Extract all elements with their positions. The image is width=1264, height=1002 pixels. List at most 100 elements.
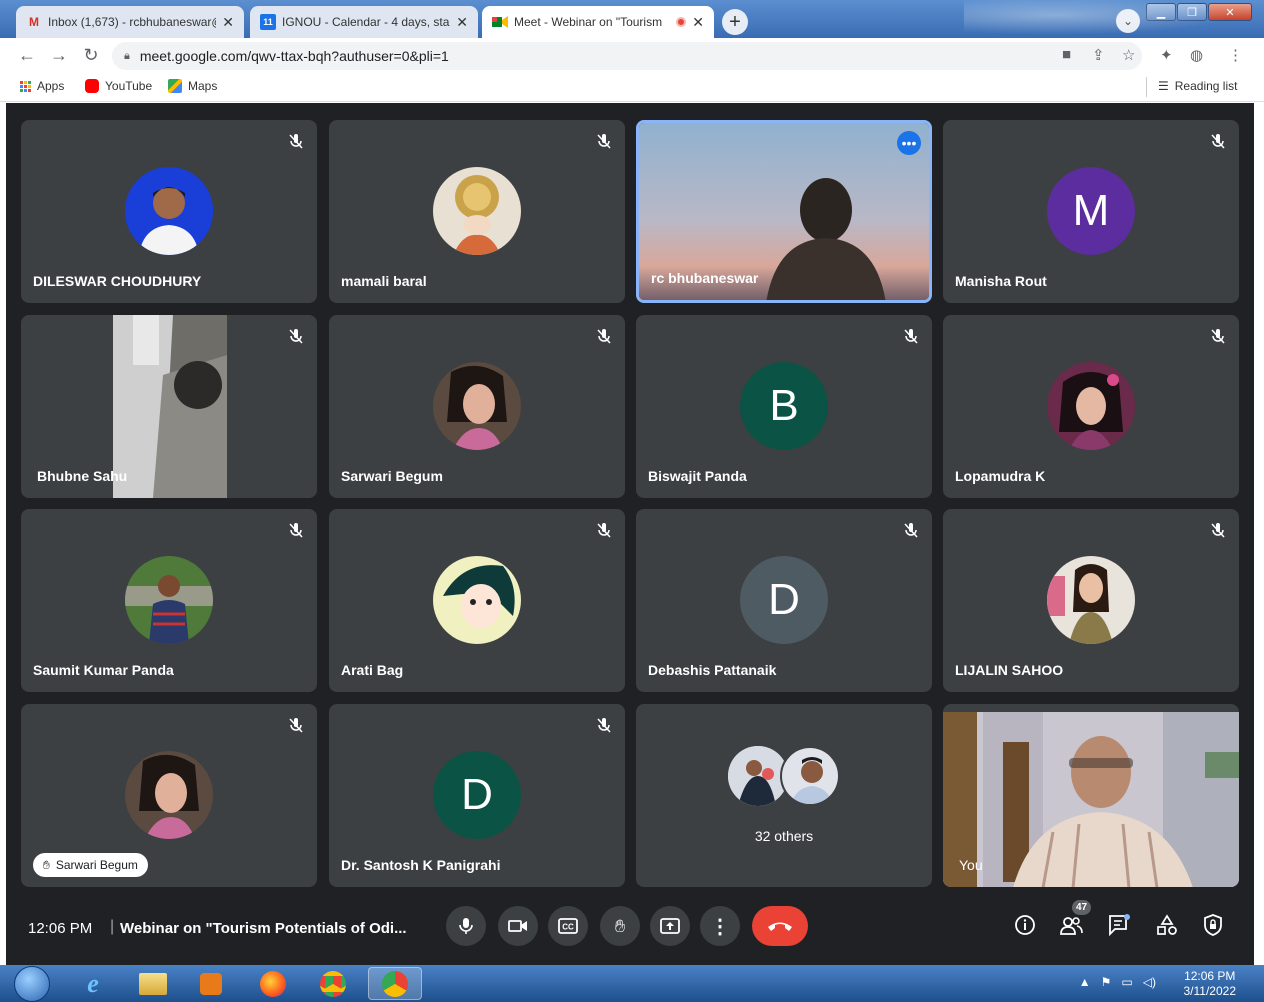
media-player-icon[interactable] <box>184 967 238 1000</box>
show-hidden-icons[interactable]: ▲ <box>1079 975 1091 989</box>
bookmark-apps[interactable]: Apps <box>20 79 64 93</box>
activities-icon <box>1157 914 1177 935</box>
meeting-title[interactable]: Webinar on "Tourism Potentials of Odi... <box>120 920 420 937</box>
bookmark-label: Maps <box>188 79 218 93</box>
url-text: meet.google.com/qwv-ttax-bqh?authuser=0&… <box>139 48 449 64</box>
participant-tile[interactable]: M Manisha Rout <box>943 120 1239 303</box>
network-icon[interactable]: ▭ <box>1121 975 1132 989</box>
chrome-active-window-icon[interactable] <box>368 967 422 1000</box>
forward-arrow-icon[interactable]: → <box>48 44 70 66</box>
youtube-icon <box>85 79 99 93</box>
extensions-icon[interactable]: ✦ <box>1160 46 1173 64</box>
info-icon <box>1015 915 1035 935</box>
maximize-button[interactable]: ❐ <box>1177 3 1207 21</box>
chat-button[interactable] <box>1106 912 1132 938</box>
mic-off-icon <box>902 327 920 345</box>
system-clock[interactable]: 12:06 PM 3/11/2022 <box>1184 969 1237 999</box>
participant-tile[interactable]: DILESWAR CHOUDHURY <box>21 120 317 303</box>
participant-name: Sarwari Begum <box>55 858 138 872</box>
avatar <box>125 167 213 255</box>
participant-tile[interactable]: Lopamudra K <box>943 315 1239 498</box>
captions-button[interactable]: CC <box>548 906 588 946</box>
others-tile[interactable]: 32 others <box>636 704 932 887</box>
leave-call-button[interactable] <box>752 906 808 946</box>
chrome-icon[interactable] <box>306 967 360 1000</box>
share-icon[interactable]: ⇪ <box>1092 46 1105 64</box>
bookmark-maps[interactable]: Maps <box>168 79 217 93</box>
mic-off-icon <box>1209 521 1227 539</box>
file-explorer-icon[interactable] <box>126 967 180 1000</box>
participant-tile[interactable]: Sarwari Begum <box>329 315 625 498</box>
participant-tile-active-speaker[interactable]: ••• rc bhubaneswar <box>636 120 932 303</box>
meet-control-bar: 12:06 PM | Webinar on "Tourism Potential… <box>6 898 1254 965</box>
maps-icon <box>168 79 182 93</box>
activities-button[interactable] <box>1154 912 1180 938</box>
close-icon[interactable]: ✕ <box>692 14 704 31</box>
others-avatar <box>728 746 788 806</box>
mic-off-icon <box>287 327 305 345</box>
profile-icon[interactable]: ◍ <box>1190 46 1203 64</box>
back-arrow-icon[interactable]: ← <box>16 44 38 66</box>
more-options-icon[interactable]: ••• <box>897 131 921 155</box>
internet-explorer-icon[interactable]: e <box>66 967 120 1000</box>
microphone-icon <box>459 918 473 934</box>
window-close-button[interactable]: ✕ <box>1208 3 1252 21</box>
new-tab-button[interactable]: + <box>722 9 748 35</box>
meeting-details-button[interactable] <box>1012 912 1038 938</box>
mic-off-icon <box>287 716 305 734</box>
participant-tile[interactable]: mamali baral <box>329 120 625 303</box>
end-call-icon <box>768 922 792 931</box>
star-icon[interactable]: ☆ <box>1122 46 1135 64</box>
participant-tile[interactable]: D Debashis Pattanaik <box>636 509 932 692</box>
avatar: D <box>433 751 521 839</box>
participant-tile[interactable]: Bhubne Sahu <box>21 315 317 498</box>
volume-icon[interactable]: ◁) <box>1143 975 1156 989</box>
reload-icon[interactable]: ↻ <box>80 44 102 66</box>
firefox-icon[interactable] <box>246 967 300 1000</box>
participant-tile[interactable]: B Biswajit Panda <box>636 315 932 498</box>
participant-video <box>113 315 227 498</box>
participant-tile[interactable]: Saumit Kumar Panda <box>21 509 317 692</box>
tab-search-chevron-icon[interactable]: ⌄ <box>1116 9 1140 33</box>
participant-tile[interactable]: Arati Bag <box>329 509 625 692</box>
camera-button[interactable] <box>498 906 538 946</box>
participant-name: mamali baral <box>341 273 427 289</box>
others-count: 32 others <box>754 828 814 844</box>
tab-meet[interactable]: Meet - Webinar on "Tourism ✕ <box>482 6 714 38</box>
url-field[interactable]: 🔒︎ meet.google.com/qwv-ttax-bqh?authuser… <box>112 42 1142 70</box>
avatar <box>1047 362 1135 450</box>
hand-raised-badge: ✋︎ Sarwari Begum <box>33 853 148 877</box>
bookmark-youtube[interactable]: YouTube <box>85 79 152 93</box>
host-controls-button[interactable] <box>1200 912 1226 938</box>
participant-name: You <box>959 857 983 873</box>
microphone-button[interactable] <box>446 906 486 946</box>
avatar <box>433 362 521 450</box>
tab-calendar[interactable]: 11 IGNOU - Calendar - 4 days, starti ✕ <box>250 6 478 38</box>
people-count-badge: 47 <box>1072 900 1092 915</box>
apps-grid-icon <box>20 80 31 92</box>
avatar <box>433 556 521 644</box>
more-options-button[interactable]: ⋮ <box>700 906 740 946</box>
start-button[interactable] <box>14 966 50 1002</box>
participant-tile[interactable]: LIJALIN SAHOO <box>943 509 1239 692</box>
close-icon[interactable]: ✕ <box>456 14 468 31</box>
action-center-icon[interactable]: ⚑ <box>1101 975 1112 989</box>
minimize-button[interactable]: ▁ <box>1146 3 1176 21</box>
present-now-button[interactable] <box>650 906 690 946</box>
people-button[interactable]: 47 <box>1058 900 1092 938</box>
participant-name: Lopamudra K <box>955 468 1046 484</box>
raise-hand-button[interactable]: ✋︎ <box>600 906 640 946</box>
tab-gmail[interactable]: M Inbox (1,673) - rcbhubaneswar@ ✕ <box>16 6 244 38</box>
camera-icon[interactable]: ■ <box>1062 46 1071 63</box>
bookmarks-bar: Apps YouTube Maps ☰ Reading list <box>0 72 1264 102</box>
close-icon[interactable]: ✕ <box>222 14 234 31</box>
reading-list-button[interactable]: ☰ Reading list <box>1158 79 1237 93</box>
hand-raised-icon: ✋︎ <box>43 857 50 872</box>
participant-tile[interactable]: ✋︎ Sarwari Begum <box>21 704 317 887</box>
participant-tile[interactable]: D Dr. Santosh K Panigrahi <box>329 704 625 887</box>
participant-name: Sarwari Begum <box>341 468 443 484</box>
menu-kebab-icon[interactable]: ⋮ <box>1228 46 1243 64</box>
self-view-tile[interactable]: You <box>943 704 1239 887</box>
mic-off-icon <box>595 327 613 345</box>
divider: | <box>110 918 115 935</box>
